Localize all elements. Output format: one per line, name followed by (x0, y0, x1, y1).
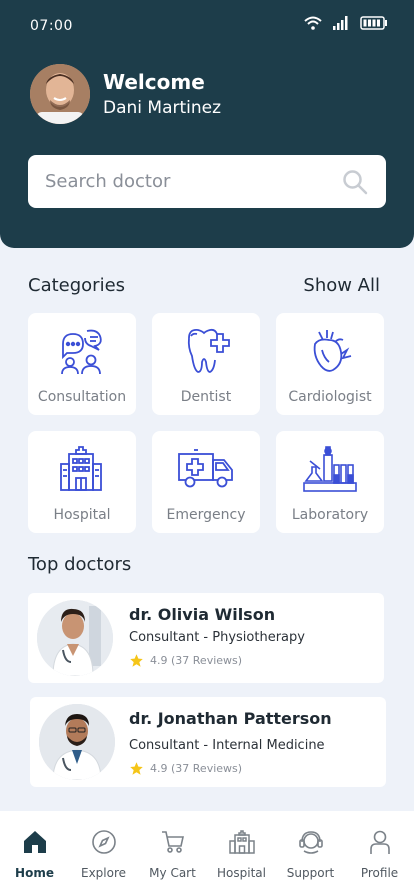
welcome-text: Welcome (103, 70, 205, 94)
compass-icon (91, 830, 116, 854)
doctor-card[interactable]: dr. Jonathan Patterson Consultant - Inte… (30, 697, 386, 787)
nav-explore[interactable]: Explore (69, 811, 138, 896)
category-emergency[interactable]: Emergency (152, 431, 260, 533)
chat-people-icon (61, 329, 102, 375)
category-label: Laboratory (291, 507, 369, 523)
categories-title: Categories (28, 275, 126, 296)
category-label: Hospital (53, 507, 111, 523)
doctor-rating: 4.9 (37 Reviews) (129, 653, 242, 668)
home-icon (23, 831, 46, 853)
category-label: Emergency (166, 507, 246, 523)
category-hospital[interactable]: Hospital (28, 431, 136, 533)
rating-text: 4.9 (37 Reviews) (150, 762, 243, 775)
user-avatar-image (30, 64, 90, 124)
bottom-navigation: Home Explore My Cart Hospital Support Pr… (0, 811, 414, 896)
category-label: Dentist (180, 389, 232, 405)
category-cardiologist[interactable]: Cardiologist (276, 313, 384, 415)
username: Dani Martinez (103, 98, 222, 118)
rating-text: 4.9 (37 Reviews) (150, 654, 243, 667)
nav-label: Support (286, 866, 335, 880)
category-label: Cardiologist (288, 389, 372, 405)
nav-label: Explore (80, 866, 127, 880)
hospital-icon (228, 830, 255, 854)
cart-icon (161, 831, 184, 853)
search-input[interactable]: Search doctor (45, 171, 342, 192)
search-icon[interactable] (342, 169, 368, 195)
hospital-building-icon (60, 446, 102, 491)
doctor-avatar (37, 600, 113, 676)
nav-support[interactable]: Support (276, 811, 345, 896)
nav-profile[interactable]: Profile (345, 811, 414, 896)
nav-home[interactable]: Home (0, 811, 69, 896)
category-consultation[interactable]: Consultation (28, 313, 136, 415)
category-dentist[interactable]: Dentist (152, 313, 260, 415)
doctor-photo-olivia (37, 600, 113, 676)
doctor-specialty: Consultant - Internal Medicine (129, 738, 325, 753)
category-label: Consultation (37, 389, 127, 405)
tooth-icon (187, 328, 230, 373)
status-time: 07:00 (30, 18, 73, 34)
doctor-avatar (39, 704, 115, 780)
doctor-photo-jonathan (39, 704, 115, 780)
battery-icon (360, 16, 387, 30)
status-icons (304, 16, 388, 30)
user-avatar[interactable] (30, 64, 90, 124)
user-icon (369, 830, 390, 854)
headset-icon (298, 831, 323, 854)
nav-label: Home (15, 866, 54, 880)
star-icon (130, 762, 143, 775)
doctor-name: dr. Jonathan Patterson (129, 709, 332, 728)
search-bar[interactable]: Search doctor (28, 155, 386, 208)
nav-hospital[interactable]: Hospital (207, 811, 276, 896)
nav-label: Hospital (217, 866, 266, 880)
nav-label: My Cart (149, 866, 196, 880)
nav-my-cart[interactable]: My Cart (138, 811, 207, 896)
show-all-link[interactable]: Show All (303, 275, 380, 296)
category-laboratory[interactable]: Laboratory (276, 431, 384, 533)
star-icon (130, 654, 143, 667)
ambulance-icon (178, 449, 233, 488)
header: 07:00 Welcome Dani Martinez Search docto… (0, 0, 414, 248)
lab-icon (303, 446, 357, 492)
heart-icon (313, 330, 352, 372)
wifi-icon (304, 16, 322, 30)
doctor-card[interactable]: dr. Olivia Wilson Consultant - Physiothe… (28, 593, 384, 683)
doctor-specialty: Consultant - Physiotherapy (129, 630, 305, 645)
top-doctors-title: Top doctors (28, 554, 132, 575)
doctor-rating: 4.9 (37 Reviews) (129, 761, 242, 776)
doctor-name: dr. Olivia Wilson (129, 605, 276, 624)
signal-icon (333, 16, 348, 30)
nav-label: Profile (360, 866, 399, 880)
